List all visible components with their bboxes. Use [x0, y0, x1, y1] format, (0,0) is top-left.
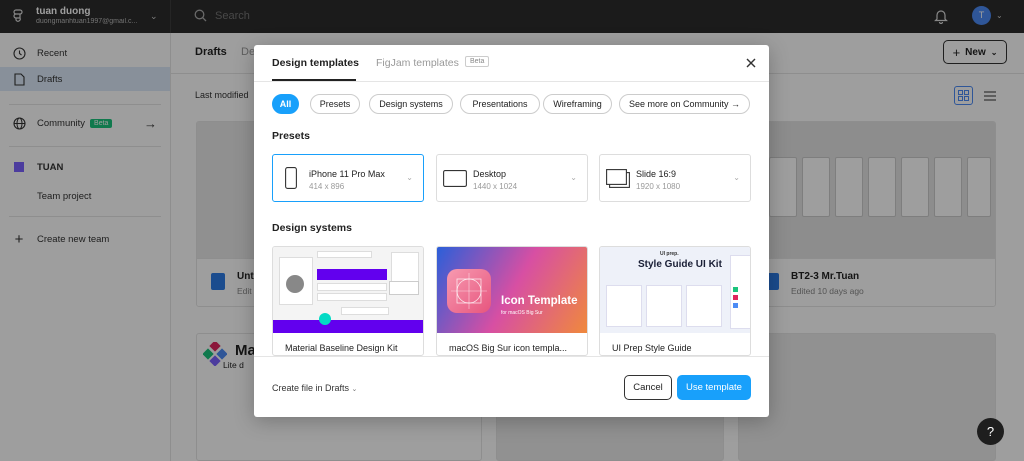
chip-presets[interactable]: Presets	[310, 94, 360, 114]
thumbnail-subtitle: for macOS Big Sur	[501, 310, 543, 316]
section-heading-presets: Presets	[272, 130, 310, 142]
template-macos-icon[interactable]: Icon Template for macOS Big Sur macOS Bi…	[436, 246, 588, 356]
slides-icon	[606, 169, 630, 188]
thumbnail-title: Style Guide UI Kit	[638, 259, 722, 270]
cancel-button[interactable]: Cancel	[624, 375, 672, 400]
tab-figjam-templates[interactable]: FigJam templates	[376, 57, 459, 69]
preset-name: iPhone 11 Pro Max	[309, 169, 385, 179]
thumbnail-title: Icon Template	[501, 295, 578, 307]
template-name: macOS Big Sur icon templa...	[449, 343, 568, 353]
template-thumbnail: UI prep. Style Guide UI Kit	[600, 247, 750, 333]
section-heading-design-systems: Design systems	[272, 222, 352, 234]
template-thumbnail	[273, 247, 423, 333]
chip-all[interactable]: All	[272, 94, 299, 114]
preset-desktop[interactable]: Desktop 1440 x 1024 ⌄	[436, 154, 588, 202]
close-icon[interactable]	[744, 56, 758, 70]
create-location-label: Create file in Drafts	[272, 383, 350, 393]
chip-presentations[interactable]: Presentations	[460, 94, 540, 114]
template-name: Material Baseline Design Kit	[285, 343, 398, 353]
chip-wireframing[interactable]: Wireframing	[543, 94, 612, 114]
grid-icon	[451, 273, 487, 309]
template-material-baseline[interactable]: Material Baseline Design Kit	[272, 246, 424, 356]
preset-size: 1440 x 1024	[473, 182, 518, 191]
create-file-location-dropdown[interactable]: Create file in Drafts ⌄	[272, 383, 357, 393]
chevron-down-icon: ⌄	[570, 173, 577, 182]
preset-name: Desktop	[473, 169, 507, 179]
chip-see-more-community[interactable]: See more on Community →	[619, 94, 750, 114]
use-template-button[interactable]: Use template	[677, 375, 751, 400]
chevron-down-icon: ⌄	[351, 386, 358, 393]
preset-name: Slide 16:9	[636, 169, 677, 179]
preset-size: 1920 x 1080	[636, 182, 681, 191]
tab-design-templates[interactable]: Design templates	[272, 57, 359, 69]
template-name: UI Prep Style Guide	[612, 343, 692, 353]
divider	[254, 81, 769, 82]
thumbnail-brand: UI prep.	[660, 251, 679, 257]
template-ui-prep[interactable]: UI prep. Style Guide UI Kit UI Prep Styl…	[599, 246, 751, 356]
preset-iphone[interactable]: iPhone 11 Pro Max 414 x 896 ⌄	[272, 154, 424, 202]
beta-badge: Beta	[465, 56, 490, 67]
template-thumbnail: Icon Template for macOS Big Sur	[437, 247, 587, 333]
desktop-icon	[443, 170, 467, 187]
chevron-down-icon: ⌄	[406, 173, 413, 182]
divider	[254, 356, 769, 357]
preset-size: 414 x 896	[309, 182, 345, 191]
preset-slide[interactable]: Slide 16:9 1920 x 1080 ⌄	[599, 154, 751, 202]
chevron-down-icon: ⌄	[733, 173, 740, 182]
help-button[interactable]: ?	[977, 418, 1004, 445]
phone-icon	[285, 167, 297, 189]
chip-design-systems[interactable]: Design systems	[369, 94, 453, 114]
template-modal: Design templates FigJam templates Beta A…	[254, 45, 769, 417]
